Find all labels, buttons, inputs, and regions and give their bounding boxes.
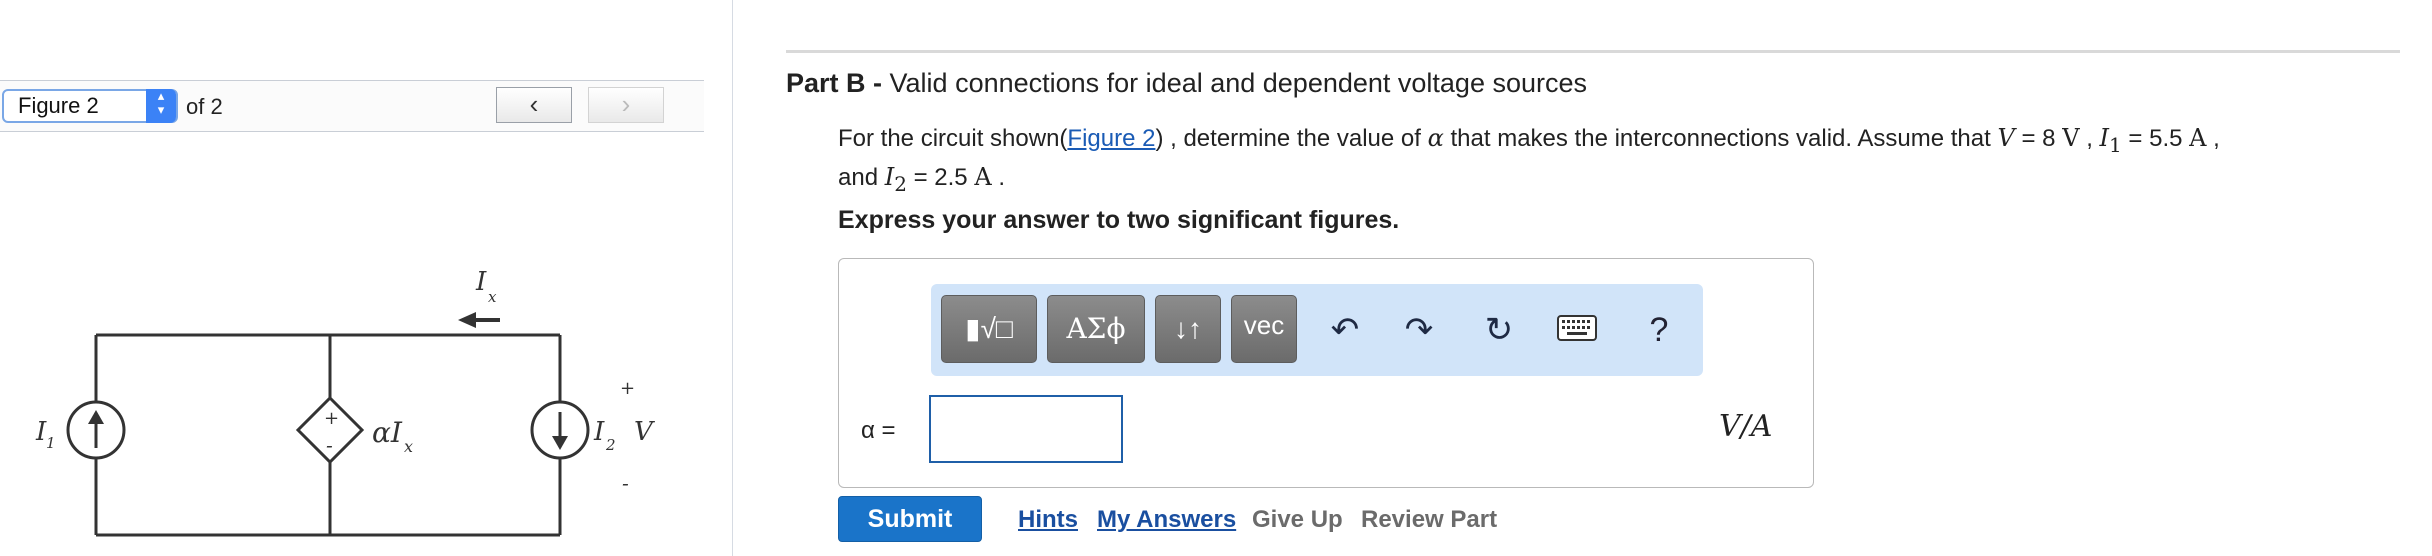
figure-panel-header [0, 0, 732, 80]
alpha-input-label: α = [861, 417, 896, 444]
review-part-link[interactable]: Review Part [1361, 506, 1497, 534]
keyboard-glyph [1557, 315, 1597, 341]
i2-value: = 2.5 [906, 163, 975, 191]
i1-value: = 5.5 [2121, 125, 2190, 152]
i2-symbol: I [884, 162, 895, 191]
greek-symbols-button[interactable]: ΑΣϕ [1047, 295, 1145, 363]
arrows-button[interactable]: ↓↑ [1155, 295, 1221, 363]
alpha-answer-input[interactable] [929, 395, 1123, 463]
next-figure-button[interactable]: › [588, 87, 664, 123]
i2-unit: A [974, 162, 992, 191]
v-label: V [634, 417, 655, 447]
figure-count-label: of 2 [186, 94, 223, 119]
i1-sub: 1 [2109, 132, 2122, 157]
figure-panel: Figure 2 ▴ ▾ of 2 ‹ › I 1 + - αI x I 2 V… [0, 0, 732, 556]
hints-link[interactable]: Hints [1018, 506, 1078, 534]
separator-1: , [2079, 125, 2100, 152]
templates-button[interactable]: ▮√□ [941, 295, 1037, 363]
ix-arrow [458, 312, 500, 328]
figure-select[interactable]: Figure 2 ▴ ▾ [2, 89, 178, 123]
v-symbol: V [1997, 124, 2015, 152]
previous-figure-button[interactable]: ‹ [496, 87, 572, 123]
i1-subscript: 1 [46, 434, 56, 452]
question-middle-2: that makes the interconnections valid. A… [1443, 125, 1998, 152]
current-source-i2 [530, 400, 590, 460]
dep-minus: - [326, 433, 333, 457]
part-title-label: Part B - [786, 68, 890, 98]
redo-icon[interactable]: ↷ [1397, 308, 1441, 352]
v-value: = 8 [2014, 125, 2063, 152]
ix-label: I [475, 267, 487, 297]
keyboard-icon[interactable] [1555, 308, 1599, 352]
select-spinner-icon: ▴ ▾ [146, 89, 176, 123]
instruction-text: Express your answer to two significant f… [838, 206, 1400, 234]
i2-label: I [593, 417, 605, 447]
dep-plus: + [324, 408, 339, 429]
alpha-symbol: α [1427, 124, 1444, 152]
panel-divider [732, 0, 733, 556]
ix-subscript: x [488, 288, 497, 306]
answer-units: V/A [1719, 409, 1773, 444]
circuit-diagram: I 1 + - αI x I 2 V + - I x [35, 267, 655, 537]
i1-symbol: I [2099, 124, 2110, 152]
i1-unit: A [2189, 124, 2207, 152]
and-text: and [838, 163, 885, 191]
question-text: For the circuit shown(Figure 2) , determ… [838, 122, 2398, 200]
vector-button[interactable]: vec [1231, 295, 1297, 363]
current-source-i1 [66, 400, 126, 460]
i2-sub: 2 [894, 171, 907, 196]
part-title-text: Valid connections for ideal and dependen… [889, 68, 1588, 98]
v-minus: - [622, 471, 629, 495]
dependent-label: αI [372, 416, 403, 449]
chevron-left-icon: ‹ [529, 89, 539, 119]
question-middle: ) , determine the value of [1155, 125, 1428, 152]
question-prefix: For the circuit shown( [838, 125, 1068, 152]
chevron-right-icon: › [621, 89, 631, 119]
answer-box: ▮√□ ΑΣϕ ↓↑ vec ↶ ↷ ↻ ? α = V/A [838, 258, 1814, 488]
v-plus: + [620, 378, 635, 399]
i2-subscript: 2 [605, 436, 616, 454]
my-answers-link[interactable]: My Answers [1097, 506, 1236, 534]
submit-button[interactable]: Submit [838, 496, 982, 542]
reset-icon[interactable]: ↻ [1477, 308, 1521, 352]
give-up-link[interactable]: Give Up [1252, 506, 1343, 534]
dependent-subscript: x [404, 437, 413, 456]
undo-icon[interactable]: ↶ [1323, 308, 1367, 352]
figure-2-link[interactable]: Figure 2 [1067, 125, 1155, 152]
figure-select-value: Figure 2 [18, 93, 99, 118]
header-rule [786, 50, 2400, 53]
math-toolbar: ▮√□ ΑΣϕ ↓↑ vec ↶ ↷ ↻ ? [931, 284, 1703, 376]
help-button[interactable]: ? [1637, 308, 1681, 352]
figure-navigation-bar: Figure 2 ▴ ▾ of 2 ‹ › [0, 80, 704, 132]
separator-2: , [2206, 125, 2220, 152]
part-title: Part B - Valid connections for ideal and… [786, 68, 1587, 99]
v-unit: V [2062, 124, 2080, 152]
question-end: . [991, 163, 1006, 191]
